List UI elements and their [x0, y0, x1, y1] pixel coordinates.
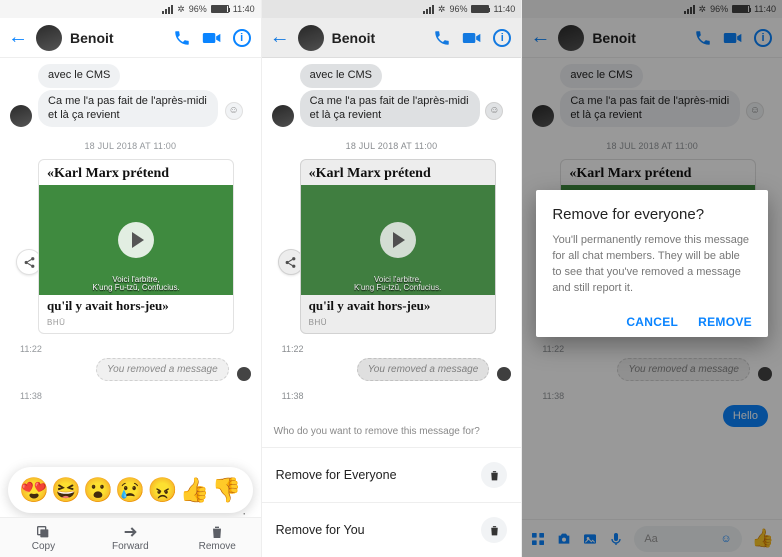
remove-button[interactable]: REMOVE — [698, 315, 752, 329]
video-icon[interactable] — [201, 27, 223, 49]
card-subtitle: qu'il y avait hors-jeu» — [39, 295, 233, 318]
chat-area: avec le CMS Ca me l'a pas fait de l'aprè… — [0, 58, 261, 557]
sheet-question: Who do you want to remove this message f… — [262, 416, 522, 447]
play-icon[interactable] — [118, 222, 154, 258]
chat-header: ← Benoit i — [522, 18, 782, 58]
signal-icon — [162, 5, 173, 14]
message-sent[interactable]: Hello — [723, 405, 768, 427]
dialog-title: Remove for everyone? — [552, 206, 752, 223]
card-title: «Karl Marx prétend — [39, 160, 233, 185]
reaction-thumbsdown[interactable]: 👎 — [212, 476, 242, 505]
phone-icon[interactable] — [431, 27, 453, 49]
card-source: BHÜ — [39, 318, 233, 333]
status-bar: ✲ 96% 11:40 — [0, 0, 261, 18]
message[interactable]: Ca me l'a pas fait de l'après-midi et là… — [38, 90, 218, 128]
message-input[interactable]: Aa ☺ — [634, 526, 741, 552]
reaction-thumbsup[interactable]: 👍 — [180, 476, 210, 505]
forward-button[interactable]: Forward — [87, 518, 174, 557]
avatar[interactable] — [558, 25, 584, 51]
copy-button[interactable]: Copy — [0, 518, 87, 557]
phone-icon[interactable] — [171, 27, 193, 49]
link-card[interactable]: «Karl Marx prétend Voici l'arbitre,K'ung… — [300, 159, 496, 334]
back-icon[interactable]: ← — [530, 26, 550, 49]
avatar[interactable] — [36, 25, 62, 51]
card-video: Voici l'arbitre, K'ung Fu-tzŭ, Confucius… — [39, 185, 233, 295]
time-label: 11:38 — [20, 391, 245, 401]
screen-confirm-dialog: ✲ 96% 11:40 ← Benoit i avec le CMS Ca me… — [521, 0, 782, 557]
confirm-dialog: Remove for everyone? You'll permanently … — [536, 190, 768, 337]
message[interactable]: avec le CMS — [38, 64, 120, 88]
trash-icon — [481, 517, 507, 543]
removed-message[interactable]: You removed a message — [96, 358, 229, 381]
status-time: 11:40 — [233, 4, 255, 14]
reaction-add-icon[interactable]: ☺ — [225, 102, 243, 120]
info-icon[interactable]: i — [231, 27, 253, 49]
link-card[interactable]: «Karl Marx prétend Voici l'arbitre, K'un… — [38, 159, 234, 334]
status-bar: ✲ 96% 11:40 — [262, 0, 522, 18]
video-icon[interactable] — [722, 27, 744, 49]
screen-remove-sheet: ✲ 96% 11:40 ← Benoit i avec le CMS Ca me… — [261, 0, 522, 557]
chat-header: ← Benoit i — [262, 18, 522, 58]
removed-message[interactable]: You removed a message — [357, 358, 490, 381]
battery-percent: 96% — [189, 4, 207, 14]
reaction-love[interactable]: 😍 — [19, 476, 49, 505]
dialog-body: You'll permanently remove this message f… — [552, 233, 752, 297]
like-icon[interactable]: 👍 — [752, 528, 774, 549]
reaction-picker[interactable]: 😍 😆 😮 😢 😠 👍 👎 — [8, 467, 253, 513]
message-action-bar: Copy Forward Remove — [0, 517, 261, 557]
remove-everyone-button[interactable]: Remove for Everyone — [262, 447, 522, 502]
contact-name[interactable]: Benoit — [332, 30, 376, 46]
battery-icon — [211, 5, 229, 13]
contact-name[interactable]: Benoit — [70, 30, 114, 46]
play-icon[interactable] — [380, 222, 416, 258]
reaction-sad[interactable]: 😢 — [115, 476, 145, 505]
info-icon[interactable]: i — [491, 27, 513, 49]
chat-header: ← Benoit i — [0, 18, 261, 58]
avatar[interactable] — [298, 25, 324, 51]
video-caption: Voici l'arbitre, K'ung Fu-tzŭ, Confucius… — [39, 274, 233, 296]
cancel-button[interactable]: CANCEL — [626, 315, 678, 329]
seen-avatar — [237, 367, 251, 381]
apps-icon[interactable] — [530, 531, 546, 547]
composer: Aa ☺ 👍 — [522, 519, 782, 557]
screen-reactions: ✲ 96% 11:40 ← Benoit i avec le CMS Ca me… — [0, 0, 261, 557]
reaction-haha[interactable]: 😆 — [51, 476, 81, 505]
camera-icon[interactable] — [556, 531, 572, 547]
reaction-add-icon[interactable]: ☺ — [485, 102, 503, 120]
time-label: 11:22 — [20, 344, 245, 354]
emoji-icon[interactable]: ☺ — [720, 533, 731, 545]
phone-icon[interactable] — [692, 27, 714, 49]
mic-icon[interactable] — [608, 531, 624, 547]
info-icon[interactable]: i — [752, 27, 774, 49]
gallery-icon[interactable] — [582, 531, 598, 547]
video-icon[interactable] — [461, 27, 483, 49]
status-bar: ✲ 96% 11:40 — [522, 0, 782, 18]
remove-button[interactable]: Remove — [174, 518, 261, 557]
timestamp: 18 JUL 2018 AT 11:00 — [10, 141, 251, 151]
remove-you-button[interactable]: Remove for You — [262, 502, 522, 557]
remove-action-sheet: Who do you want to remove this message f… — [262, 416, 522, 557]
back-icon[interactable]: ← — [270, 26, 290, 49]
avatar — [10, 105, 32, 127]
back-icon[interactable]: ← — [8, 26, 28, 49]
reaction-wow[interactable]: 😮 — [83, 476, 113, 505]
reaction-angry[interactable]: 😠 — [147, 476, 177, 505]
trash-icon — [481, 462, 507, 488]
